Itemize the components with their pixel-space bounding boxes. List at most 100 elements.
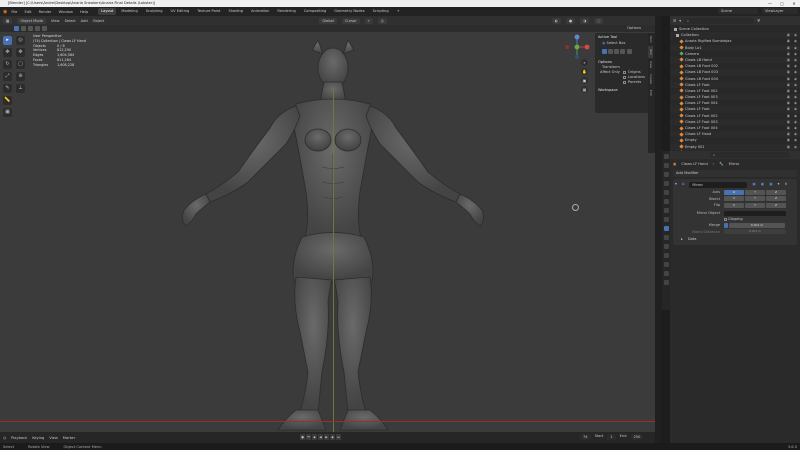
menu-help[interactable]: Help (80, 10, 88, 14)
mode-intersect-icon[interactable] (626, 49, 632, 54)
merge-distance-field[interactable]: 0.001 m (729, 222, 785, 228)
workspace-header[interactable]: Workspace (598, 88, 645, 93)
sidebar-tab-item[interactable]: Item (648, 33, 653, 46)
select-new-icon[interactable] (14, 26, 19, 31)
select-menu[interactable]: Select (65, 19, 76, 23)
rotate-icon[interactable]: ↻ (3, 60, 12, 69)
snap-icon[interactable]: ⌖ (364, 17, 373, 24)
bisect-z-toggle[interactable]: Z (766, 196, 786, 201)
display-mode-icon[interactable]: ▾ (679, 19, 681, 23)
view-menu[interactable]: View (51, 19, 60, 23)
modifier-menu-icon[interactable]: ▾ (778, 181, 780, 188)
select-intersect-icon[interactable] (42, 26, 47, 31)
active-tool-header[interactable]: Active Tool (598, 35, 645, 40)
minimize-button[interactable]: — (764, 0, 776, 7)
bisect-distance-field[interactable]: 0.001 m (724, 229, 786, 234)
move-icon[interactable]: ✥ (3, 48, 12, 57)
scale-icon[interactable]: ⤢ (3, 72, 12, 81)
transform-icon[interactable]: ⊕ (16, 72, 25, 81)
scene-properties-icon[interactable] (663, 190, 669, 195)
flip-x-toggle[interactable]: X (724, 202, 744, 208)
menu-edit[interactable]: Edit (25, 10, 32, 14)
collection-properties-icon[interactable] (663, 208, 669, 213)
select-extend-icon[interactable] (21, 26, 26, 31)
scale-cage-icon[interactable]: ▢ (16, 60, 25, 69)
properties-search-input[interactable]: ⌕ (710, 152, 790, 158)
mode-subtract-icon[interactable] (614, 49, 620, 54)
select-box-icon[interactable]: ▸ (3, 36, 12, 45)
texture-properties-icon[interactable] (663, 280, 669, 285)
camera-view-icon[interactable]: ▣ (581, 77, 588, 84)
menu-window[interactable]: Window (59, 10, 73, 14)
outliner-search-input[interactable]: ⌕ (684, 17, 755, 24)
playback-menu[interactable]: Playback (11, 436, 27, 440)
viewport-toggle-icon[interactable]: ▣ (761, 181, 764, 188)
jump-end-icon[interactable]: ⏭ (336, 434, 341, 440)
mode-invert-icon[interactable] (620, 49, 626, 54)
tab-compositing[interactable]: Compositing (301, 8, 330, 15)
sidebar-tab-create[interactable]: Create (648, 71, 653, 87)
measure-tool-icon[interactable]: ⟂ (16, 84, 25, 93)
options-dropdown[interactable]: Options (627, 25, 641, 32)
active-tool-name[interactable]: ▣ Select Box (602, 41, 645, 46)
tab-animation[interactable]: Animation (248, 8, 272, 15)
view-layer-icon[interactable] (663, 181, 669, 186)
tab-geometry-nodes[interactable]: Geometry Nodes (331, 8, 367, 15)
perspective-icon[interactable]: ▦ (581, 86, 588, 93)
axis-x-toggle[interactable]: X (724, 189, 744, 195)
character-model[interactable] (0, 32, 655, 432)
3d-cursor-icon[interactable] (572, 204, 579, 211)
object-menu[interactable]: Object (93, 19, 105, 23)
world-properties-icon[interactable] (663, 199, 669, 204)
editmode-toggle-icon[interactable]: ▣ (752, 181, 755, 188)
menu-file[interactable]: File (11, 10, 17, 14)
axis-z-toggle[interactable]: Z (766, 189, 786, 195)
timeline-view-menu[interactable]: View (49, 436, 58, 440)
constraints-icon[interactable] (663, 253, 669, 258)
remove-modifier-icon[interactable]: ✕ (784, 181, 787, 188)
mirror-object-field[interactable] (724, 210, 786, 216)
pan-icon[interactable]: ✋ (581, 68, 588, 75)
merge-checkbox[interactable] (724, 222, 728, 228)
parents-checkbox[interactable]: Parents (622, 80, 645, 85)
prev-key-icon[interactable]: ◆ (312, 434, 317, 440)
blender-logo-icon[interactable]: ◉ (3, 9, 7, 15)
sidebar-tab-tool[interactable]: Tool (648, 45, 653, 58)
play-icon[interactable]: ▶ (324, 434, 329, 440)
keying-menu[interactable]: Keying (32, 436, 44, 440)
outliner-editor-icon[interactable]: ☰ (673, 19, 676, 23)
add-modifier-button[interactable]: Add Modifier (673, 170, 797, 177)
timeline-editor-icon[interactable]: ◷ (3, 436, 6, 440)
record-icon[interactable]: ● (300, 434, 305, 440)
mode-extend-icon[interactable] (608, 49, 614, 54)
tab-rendering[interactable]: Rendering (274, 8, 298, 15)
menu-render[interactable]: Render (39, 10, 52, 14)
mode-dropdown[interactable]: Object Mode (17, 17, 47, 24)
tool-properties-icon[interactable] (663, 154, 669, 159)
current-frame-field[interactable]: 74 (580, 434, 591, 440)
bisect-y-toggle[interactable]: Y (745, 196, 765, 201)
flip-y-toggle[interactable]: Y (745, 202, 765, 208)
clipping-checkbox[interactable] (724, 217, 727, 221)
select-subtract-icon[interactable] (28, 26, 33, 31)
modifier-name-field[interactable]: Mirror (689, 181, 748, 188)
material-properties-icon[interactable] (663, 271, 669, 276)
data-subpanel[interactable]: ▸ Data (675, 236, 795, 243)
flip-z-toggle[interactable]: Z (766, 202, 786, 208)
tab-layout[interactable]: Layout (98, 8, 117, 15)
scene-field[interactable]: Scene (718, 8, 758, 14)
output-properties-icon[interactable] (663, 172, 669, 177)
add-workspace-button[interactable]: + (394, 8, 403, 15)
tab-sculpting[interactable]: Sculpting (143, 8, 166, 15)
sidebar-tab-edit[interactable]: Edit (648, 87, 653, 99)
measure-icon[interactable]: 📏 (3, 96, 12, 105)
editor-type-button[interactable]: ▦ (3, 17, 13, 24)
add-menu[interactable]: Add (81, 19, 88, 23)
zoom-icon[interactable]: ⌕ (581, 59, 588, 66)
maximize-button[interactable]: ▢ (776, 0, 788, 7)
tab-uv-editing[interactable]: UV Editing (168, 8, 193, 15)
start-frame-field[interactable]: 1 (607, 434, 616, 440)
3d-viewport[interactable] (0, 32, 655, 432)
data-properties-icon[interactable] (663, 262, 669, 267)
jump-start-icon[interactable]: ⏮ (306, 434, 311, 440)
